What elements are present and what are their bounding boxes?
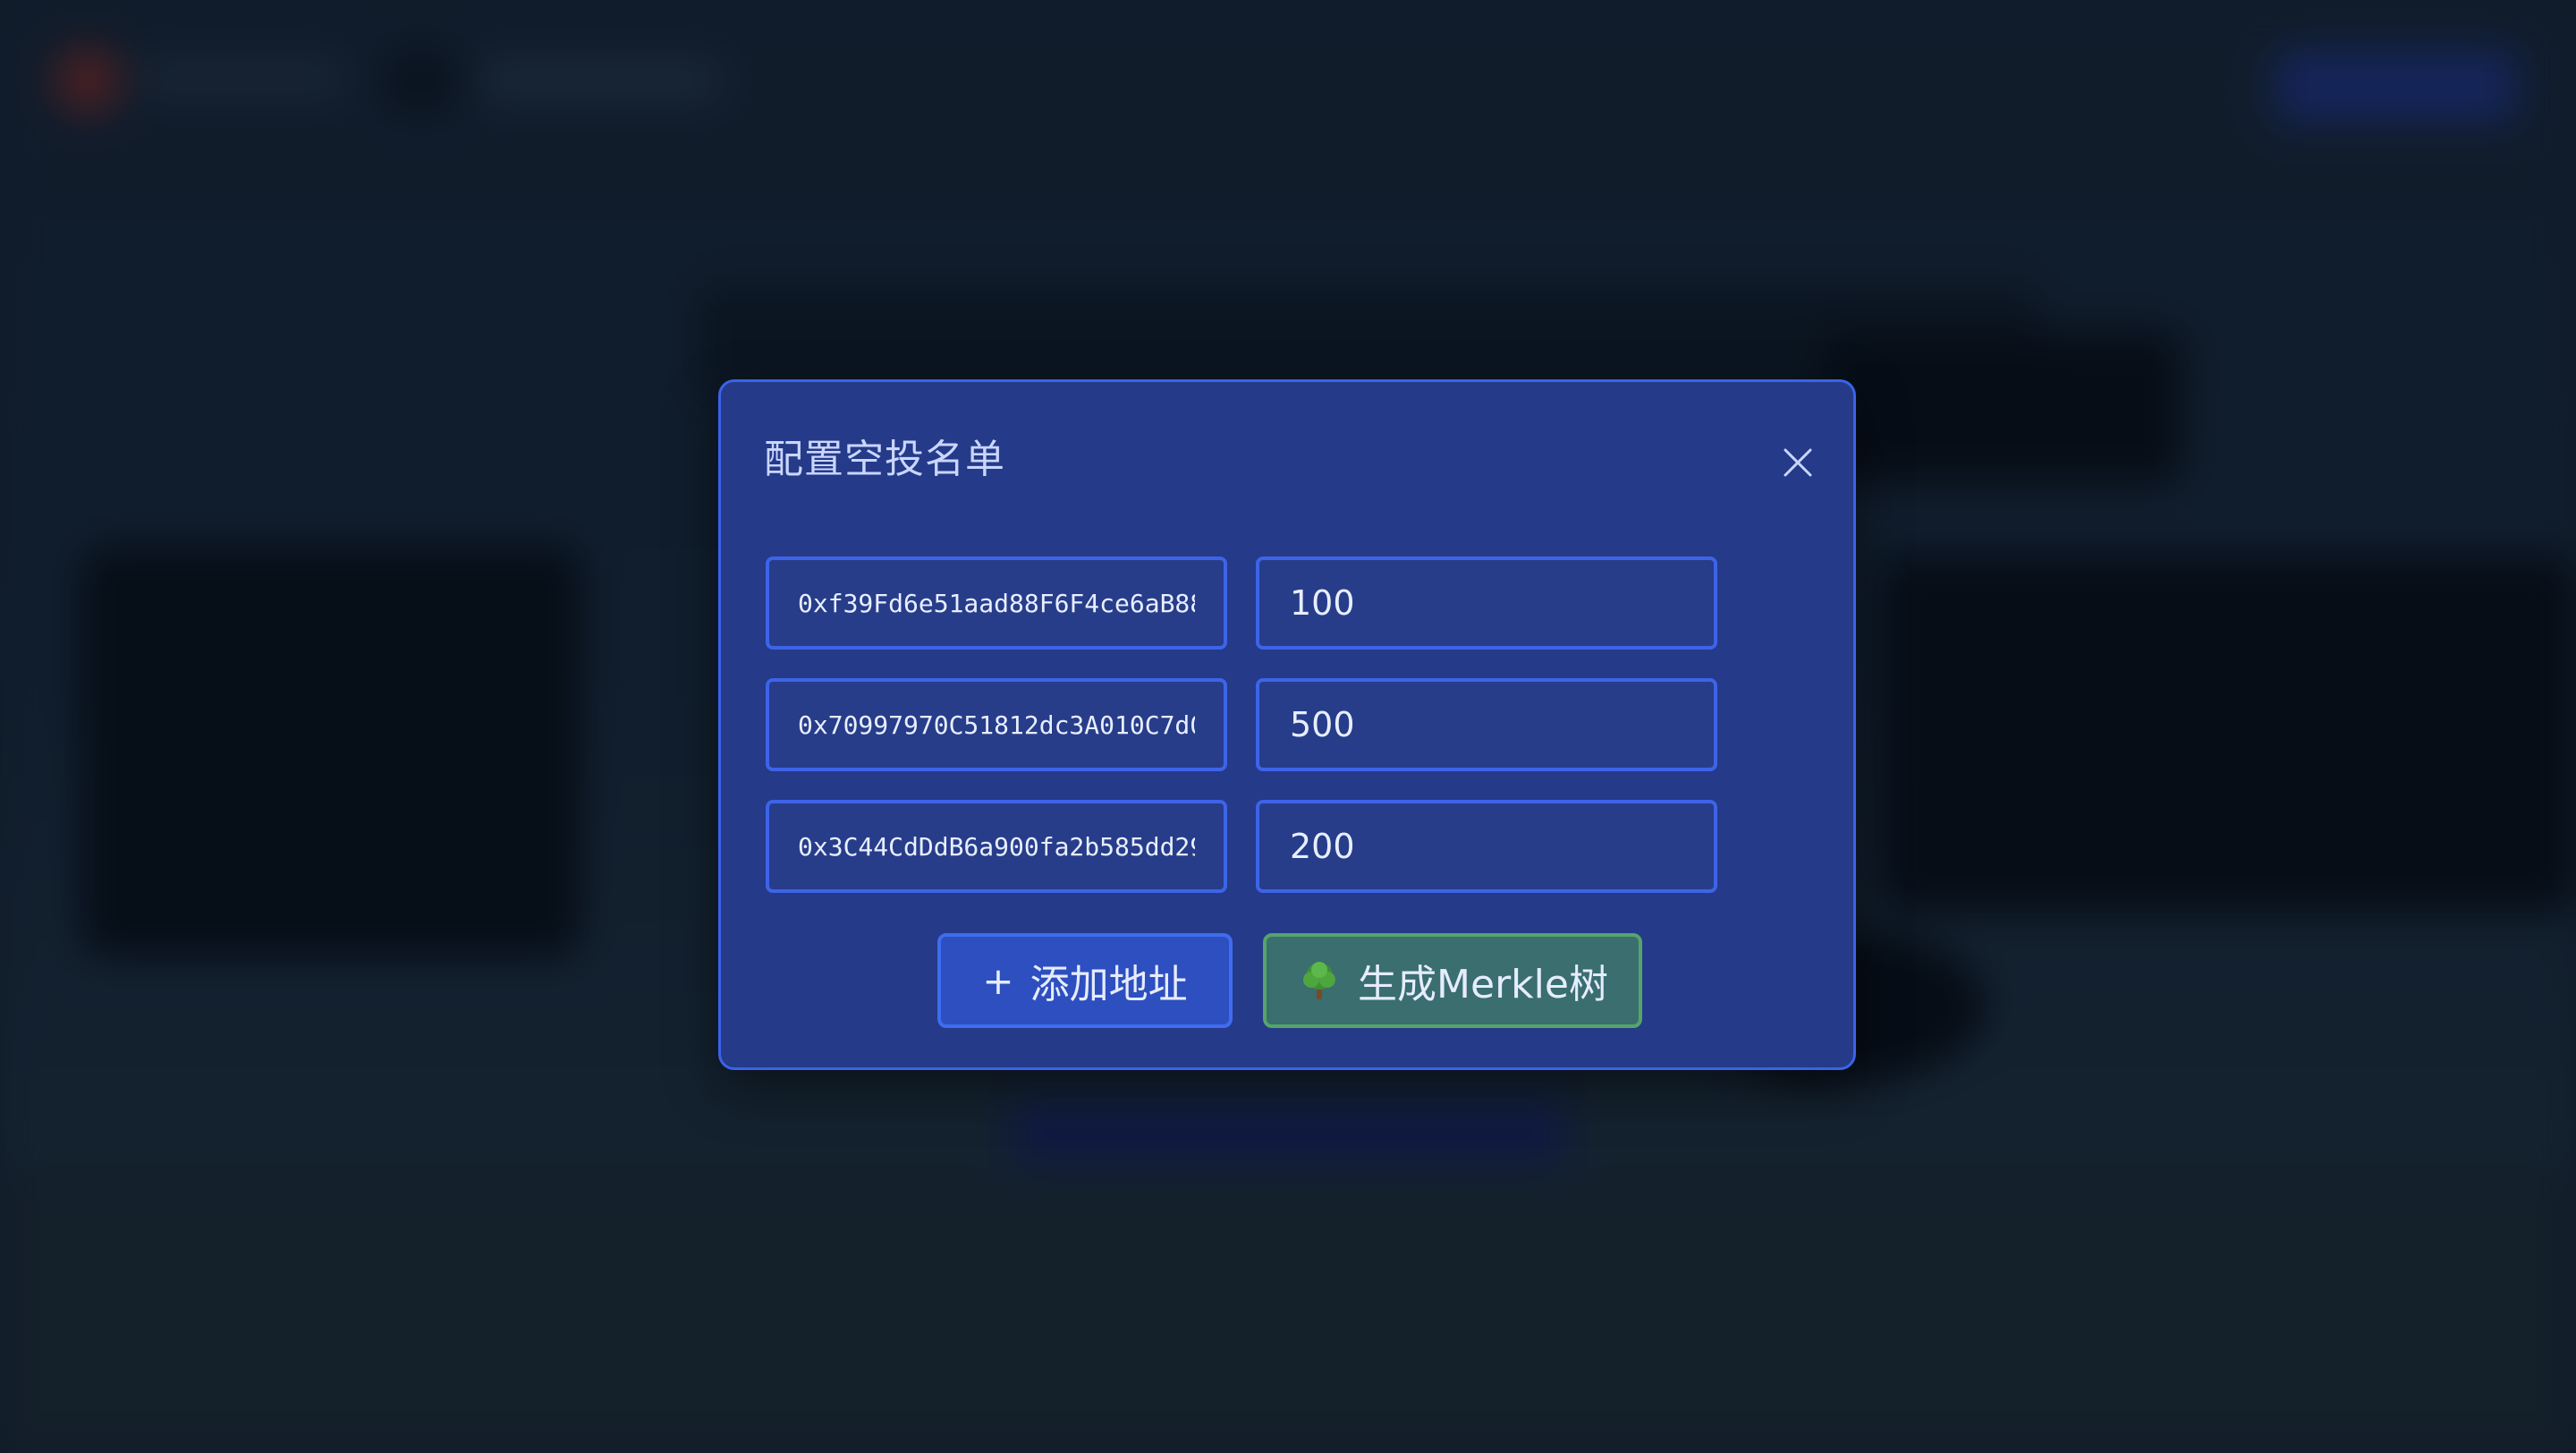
add-address-button[interactable]: + 添加地址 — [937, 933, 1233, 1028]
address-input[interactable] — [766, 678, 1227, 771]
address-input[interactable] — [766, 557, 1227, 650]
airdrop-row — [766, 557, 1717, 650]
airdrop-list — [766, 557, 1717, 922]
close-button[interactable] — [1778, 443, 1818, 482]
generate-merkle-button[interactable]: 生成Merkle树 — [1263, 933, 1642, 1028]
amount-input[interactable] — [1256, 557, 1717, 650]
amount-input[interactable] — [1256, 678, 1717, 771]
plus-icon: + — [982, 958, 1014, 1003]
close-icon — [1784, 448, 1812, 477]
modal-title: 配置空投名单 — [764, 437, 1005, 482]
airdrop-config-modal: 配置空投名单 + 添加地址 — [718, 379, 1856, 1070]
add-address-label: 添加地址 — [1030, 962, 1188, 1007]
amount-input[interactable] — [1256, 800, 1717, 893]
airdrop-row — [766, 678, 1717, 771]
generate-merkle-label: 生成Merkle树 — [1358, 962, 1608, 1007]
tree-icon — [1303, 962, 1336, 999]
modal-actions: + 添加地址 生成Merkle树 — [937, 933, 1642, 1028]
address-input[interactable] — [766, 800, 1227, 893]
airdrop-row — [766, 800, 1717, 893]
